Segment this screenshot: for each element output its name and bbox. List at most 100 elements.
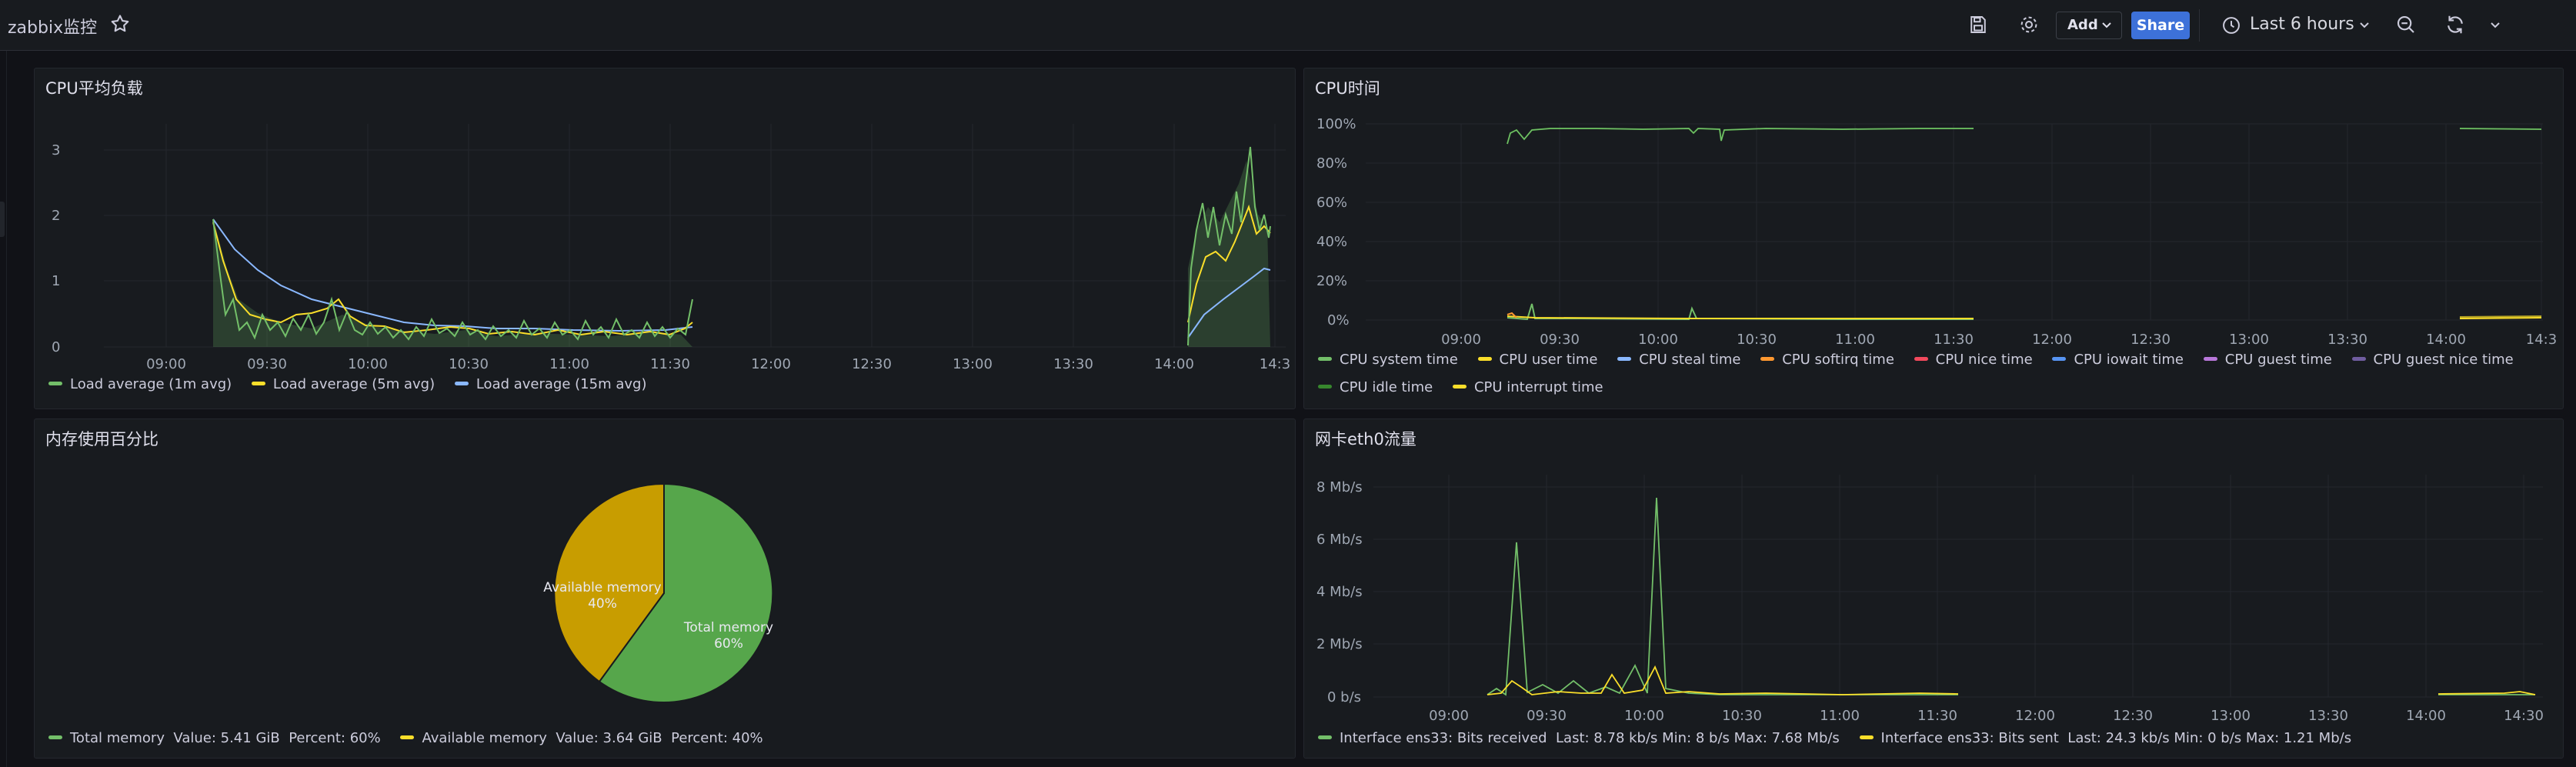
x-tick: 14:00: [2426, 332, 2466, 348]
y-tick: 0 b/s: [1327, 689, 1361, 705]
legend-item[interactable]: CPU nice time: [1914, 352, 2033, 368]
save-icon[interactable]: [1967, 13, 1990, 36]
star-icon[interactable]: [109, 13, 131, 35]
legend: Load average (1m avg) Load average (5m a…: [48, 376, 662, 392]
x-tick: 11:00: [1835, 332, 1875, 348]
x-tick: 10:30: [1722, 708, 1762, 724]
y-axis-labels: 100% 80% 60% 40% 20% 0%: [1316, 116, 1356, 328]
y-tick: 2 Mb/s: [1316, 636, 1363, 652]
x-tick: 10:30: [449, 356, 489, 372]
legend-item[interactable]: CPU system time: [1318, 352, 1458, 368]
x-tick: 09:00: [1441, 332, 1481, 348]
legend-item[interactable]: CPU softirq time: [1760, 352, 1894, 368]
x-tick: 11:30: [650, 356, 690, 372]
legend-item[interactable]: Load average (5m avg): [251, 376, 435, 392]
panel-network: 网卡eth0流量 8 Mb/s 6 Mb/s 4 Mb/s 2 Mb/s 0 b…: [1303, 419, 2564, 759]
x-tick: 09:00: [1429, 708, 1469, 724]
series-5m: [212, 204, 1271, 336]
x-axis-labels: 09:00 09:30 10:00 10:30 11:00 11:30 12:0…: [1429, 708, 2544, 724]
grid: [1366, 123, 2543, 321]
x-tick: 13:30: [1053, 356, 1093, 372]
grid: [1373, 475, 2543, 698]
legend-item[interactable]: Total memory Value: 5.41 GiB Percent: 60…: [48, 730, 381, 746]
legend-item[interactable]: CPU iowait time: [2052, 352, 2184, 368]
grid: [104, 124, 1286, 348]
series-small: [1507, 303, 2542, 321]
x-tick: 10:30: [1737, 332, 1777, 348]
dashboard-title[interactable]: zabbix监控: [8, 14, 97, 38]
add-button[interactable]: Add: [2056, 12, 2122, 39]
legend-item[interactable]: CPU interrupt time: [1452, 379, 1603, 395]
refresh-icon[interactable]: [2444, 13, 2467, 36]
x-tick: 12:30: [2131, 332, 2171, 348]
legend-row-2: CPU idle time CPU interrupt time: [1318, 379, 1619, 395]
y-tick: 60%: [1316, 195, 1347, 211]
x-tick: 10:00: [348, 356, 388, 372]
legend-item[interactable]: CPU user time: [1477, 352, 1598, 368]
legend-item[interactable]: Available memory Value: 3.64 GiB Percent…: [400, 730, 763, 746]
y-tick: 0: [52, 339, 60, 355]
legend-item[interactable]: CPU guest time: [2203, 352, 2332, 368]
legend: CPU system time CPU user time CPU steal …: [1318, 352, 2529, 368]
clock-icon: [2223, 17, 2240, 34]
panel-memory: 内存使用百分比 Total memory 60% Available memor…: [34, 419, 1296, 759]
y-axis-labels: 8 Mb/s 6 Mb/s 4 Mb/s 2 Mb/s 0 b/s: [1316, 479, 1363, 705]
y-axis-labels: 3 2 1 0: [52, 142, 60, 355]
dashboard-toolbar: zabbix监控 Add Share Last 6 hours: [0, 0, 2576, 51]
y-tick: 20%: [1316, 273, 1347, 289]
x-tick: 09:30: [1527, 708, 1567, 724]
x-tick: 10:00: [1624, 708, 1664, 724]
sidebar-toggle[interactable]: [0, 202, 5, 237]
x-tick: 12:30: [852, 356, 892, 372]
legend-item[interactable]: Interface ens33: Bits received Last: 8.7…: [1318, 730, 1840, 746]
series-area-fill: [213, 161, 1270, 347]
series-idle-highlight: [1507, 128, 2542, 145]
y-tick: 1: [52, 273, 60, 289]
legend-item[interactable]: CPU idle time: [1318, 379, 1433, 395]
zoom-out-icon[interactable]: [2394, 13, 2418, 36]
x-tick: 14:00: [2406, 708, 2446, 724]
y-tick: 40%: [1316, 234, 1347, 250]
time-range-label: Last 6 hours: [2250, 15, 2354, 34]
x-tick: 12:00: [751, 356, 791, 372]
add-button-label: Add: [2067, 17, 2098, 33]
x-tick: 09:30: [1540, 332, 1580, 348]
network-chart: 8 Mb/s 6 Mb/s 4 Mb/s 2 Mb/s 0 b/s 09:00 …: [1316, 475, 2544, 724]
time-range-picker[interactable]: Last 6 hours: [2216, 12, 2384, 39]
x-tick: 14:3: [1260, 356, 1290, 372]
pie-label: 40%: [588, 596, 617, 612]
x-axis-labels: 09:00 09:30 10:00 10:30 11:00 11:30 12:0…: [146, 356, 1290, 372]
series-15m: [212, 218, 1271, 338]
x-tick: 12:00: [2032, 332, 2072, 348]
share-button[interactable]: Share: [2131, 12, 2190, 39]
x-tick: 14:00: [1154, 356, 1194, 372]
y-tick: 2: [52, 208, 60, 224]
y-tick: 8 Mb/s: [1316, 479, 1363, 495]
chevron-down-icon: [2360, 22, 2369, 28]
x-tick: 09:00: [146, 356, 186, 372]
x-tick: 13:00: [953, 356, 993, 372]
pie-label: Total memory: [683, 620, 773, 635]
y-tick: 80%: [1316, 155, 1347, 172]
x-tick: 13:30: [2327, 332, 2367, 348]
x-tick: 09:30: [247, 356, 287, 372]
legend-item[interactable]: CPU guest nice time: [2351, 352, 2514, 368]
x-tick: 13:30: [2308, 708, 2348, 724]
legend: Total memory Value: 5.41 GiB Percent: 60…: [48, 730, 779, 746]
toolbar-divider: [2199, 9, 2200, 42]
legend-item[interactable]: Load average (1m avg): [48, 376, 232, 392]
gear-icon[interactable]: [2017, 13, 2040, 36]
sidebar-edge: [6, 51, 7, 767]
cpu-load-chart: 3 2 1 0 09:00 09:30 10:00 10:30 11:00 11…: [52, 124, 1290, 372]
series-1m: [212, 146, 1271, 346]
legend-item[interactable]: Interface ens33: Bits sent Last: 24.3 kb…: [1859, 730, 2351, 746]
y-tick: 3: [52, 142, 60, 158]
x-axis-labels: 09:00 09:30 10:00 10:30 11:00 11:30 12:0…: [1441, 332, 2557, 348]
legend: Interface ens33: Bits received Last: 8.7…: [1318, 730, 2367, 746]
y-tick: 0%: [1327, 312, 1350, 328]
y-tick: 4 Mb/s: [1316, 584, 1363, 600]
y-tick: 6 Mb/s: [1316, 532, 1363, 548]
legend-item[interactable]: CPU steal time: [1617, 352, 1740, 368]
legend-item[interactable]: Load average (15m avg): [454, 376, 646, 392]
chevron-down-icon[interactable]: [2490, 22, 2501, 29]
